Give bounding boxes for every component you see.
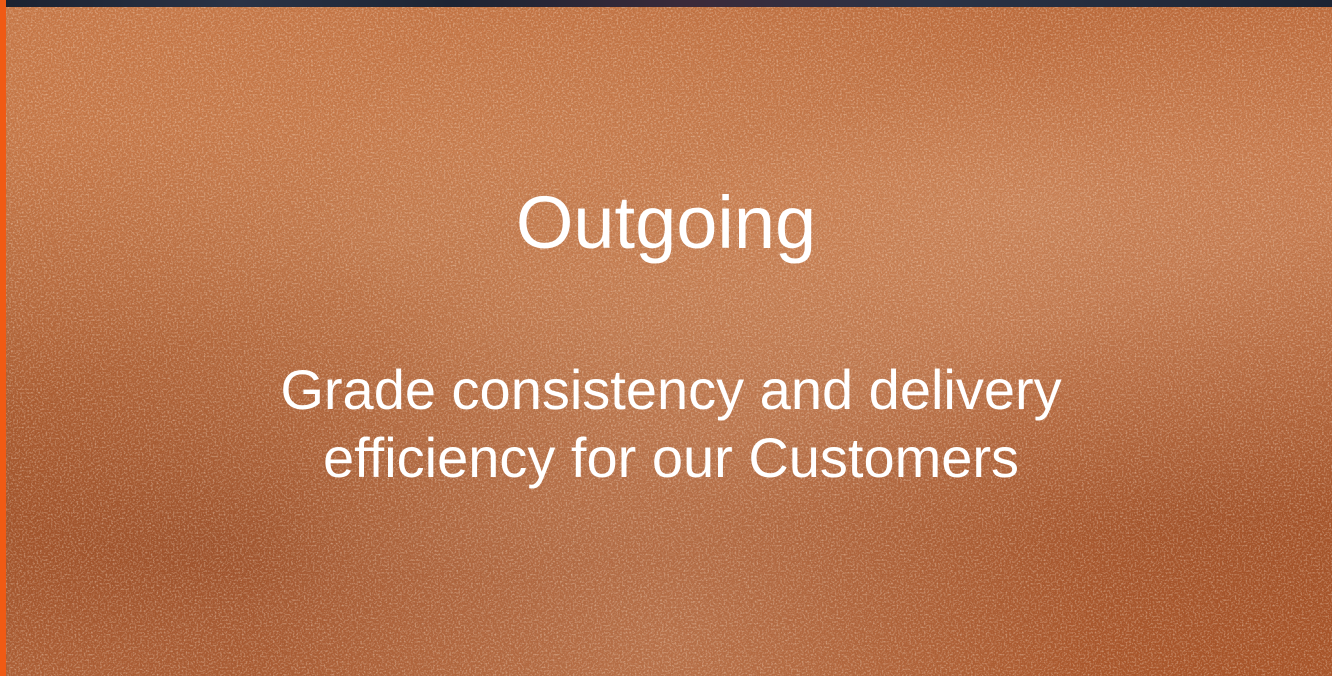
copper-texture-background bbox=[6, 7, 1332, 676]
texture-noise bbox=[6, 7, 1332, 676]
slide-subtitle: Grade consistency and delivery efficienc… bbox=[0, 356, 1332, 492]
slide-title: Outgoing bbox=[515, 181, 817, 264]
top-photo-strip bbox=[0, 0, 1332, 7]
subtitle-line-2: efficiency for our Customers bbox=[322, 426, 1020, 489]
subtitle-line-1: Grade consistency and delivery bbox=[280, 358, 1062, 421]
accent-stripe bbox=[0, 0, 6, 676]
slide: Outgoing Grade consistency and delivery … bbox=[0, 0, 1332, 676]
